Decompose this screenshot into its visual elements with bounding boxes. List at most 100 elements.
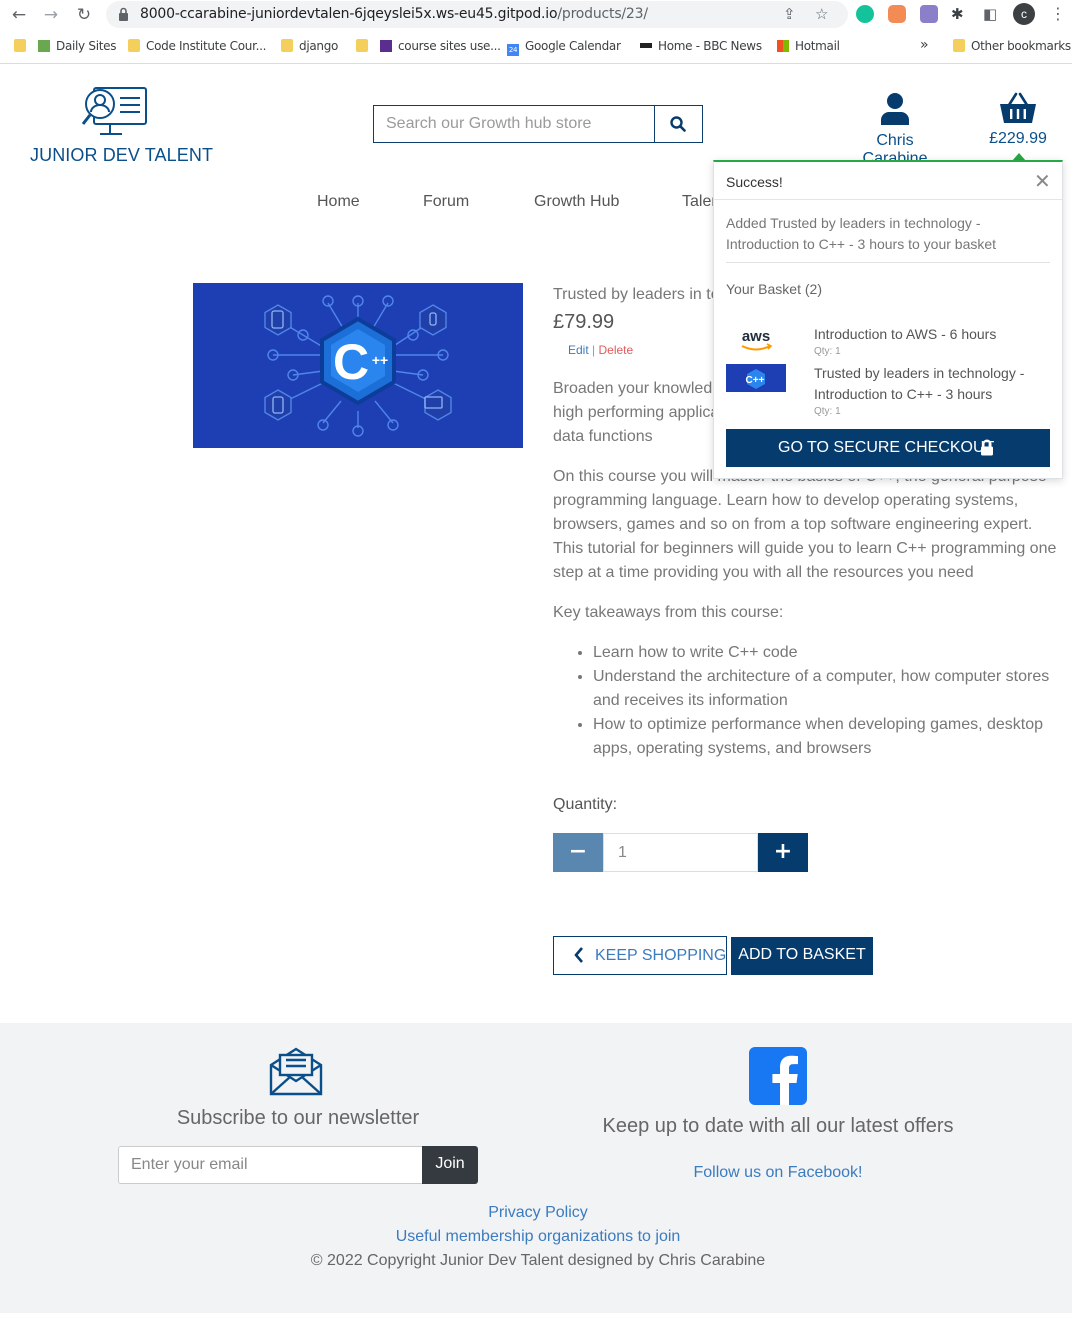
bookmark-course-sites[interactable]: course sites use... [380,39,501,53]
list-item: Learn how to write C++ code [593,641,1065,665]
edit-link[interactable]: Edit [568,343,589,357]
nav-home[interactable]: Home [317,193,360,211]
search-form [373,105,703,143]
copyright-text: © 2022 Copyright Junior Dev Talent desig… [310,1252,766,1269]
cpp-thumbnail: C++ [726,364,786,392]
description-body: On this course you will master the basic… [553,468,1057,581]
email-field[interactable] [118,1146,423,1184]
close-icon[interactable]: ✕ [1034,169,1051,193]
url-text: 8000-ccarabine-juniordevtalen-6jqeyslei5… [140,6,648,22]
account-menu[interactable]: Chris Carabine [843,92,947,168]
extension-icon-2[interactable] [920,5,938,23]
quantity-input[interactable] [603,833,758,872]
basket-total: £229.99 [989,130,1047,147]
menu-dots-icon[interactable]: ⋮ [1050,4,1066,23]
bookmarks-overflow-icon[interactable]: » [920,37,929,53]
success-toast: Success! ✕ Added Trusted by leaders in t… [713,160,1063,479]
back-arrow-icon[interactable]: ← [8,4,30,26]
bookmark-star-icon[interactable]: ☆ [815,5,828,23]
toast-title: Success! [726,174,783,190]
folder-icon [128,39,140,52]
logo-text[interactable]: JUNIOR DEV TALENT [30,145,213,166]
search-icon [670,116,686,132]
microsoft-icon [777,40,789,52]
side-panel-icon[interactable]: ◧ [983,5,997,23]
bookmark-daily-sites[interactable]: Daily Sites [38,39,116,53]
plus-icon: + [773,839,793,864]
toast-header: Success! ✕ [714,162,1062,200]
bookmark-folder-2[interactable] [356,39,374,53]
list-item: How to optimize performance when develop… [593,713,1065,761]
join-button[interactable]: Join [422,1146,478,1184]
takeaways-list: Learn how to write C++ code Understand t… [553,641,1065,761]
aws-thumbnail: aws [726,326,786,354]
basket-item-qty: Qty: 1 [814,406,841,417]
svg-text:++: ++ [372,352,388,368]
folder-icon [953,39,965,52]
search-button[interactable] [654,106,702,142]
calendar-icon: 24 [507,44,519,56]
bbc-icon [640,43,652,48]
forward-arrow-icon[interactable]: → [40,4,62,26]
delete-link[interactable]: Delete [599,343,634,357]
nav-growth-hub[interactable]: Growth Hub [534,193,619,211]
favicon-icon [380,40,392,52]
chevron-left-icon [574,947,583,963]
profile-avatar[interactable]: c [1013,3,1035,25]
search-input[interactable] [374,106,654,142]
envelope-icon [269,1047,323,1096]
browser-toolbar: ← → ↻ 8000-ccarabine-juniordevtalen-6jqe… [0,0,1072,30]
toast-message: Added Trusted by leaders in technology -… [726,213,1050,263]
extension-icon[interactable] [888,5,906,23]
cpp-thumb-text: C++ [746,375,765,386]
bookmark-folder[interactable] [14,39,32,53]
basket-item-name: Introduction to AWS - 6 hours [814,326,997,342]
bookmarks-bar: Daily Sites Code Institute Cour... djang… [0,30,1072,64]
nav-forum[interactable]: Forum [423,193,469,211]
user-icon [881,93,909,125]
decrement-button[interactable]: − [553,833,603,872]
secure-checkout-button[interactable]: GO TO SECURE CHECKOUT [726,429,1050,467]
bookmark-bbc-news[interactable]: Home - BBC News [640,39,762,53]
folder-icon [281,39,293,52]
keep-shopping-button[interactable]: KEEP SHOPPING [553,936,727,975]
grammarly-extension-icon[interactable] [856,5,874,23]
bookmark-django[interactable]: django [281,39,338,53]
social-title: Keep up to date with all our latest offe… [602,1115,954,1137]
svg-text:C: C [333,334,369,390]
basket-count: Your Basket (2) [726,281,822,297]
cpp-product-graphic: C ++ [264,295,452,437]
folder-icon [356,39,368,52]
bookmark-code-institute[interactable]: Code Institute Cour... [128,39,266,53]
aws-logo-text: aws [742,328,770,345]
takeaways-title: Key takeaways from this course: [553,604,784,621]
basket-item-name: Trusted by leaders in technology - Intro… [814,365,1025,402]
newsletter-title: Subscribe to our newsletter [176,1107,420,1129]
share-icon[interactable]: ⇪ [783,5,796,23]
add-to-basket-button[interactable]: ADD TO BASKET [731,937,873,975]
minus-icon: − [568,839,588,864]
bookmark-google-calendar[interactable]: 24 Google Calendar [507,39,621,56]
link-separator: | [592,343,596,357]
quantity-stepper: − + [553,833,808,872]
puzzle-extensions-icon[interactable]: ✱ [951,5,964,23]
address-bar[interactable]: 8000-ccarabine-juniordevtalen-6jqeyslei5… [106,1,848,28]
product-price: £79.99 [553,311,615,333]
bookmark-other[interactable]: Other bookmarks [953,39,1071,53]
facebook-link[interactable]: Follow us on Facebook! [560,1164,996,1182]
admin-links: Edit | Delete [568,343,633,357]
product-image: C ++ [193,283,523,448]
folder-icon [14,39,26,52]
basket-link[interactable]: £229.99 [988,92,1048,148]
increment-button[interactable]: + [758,833,808,872]
membership-link[interactable]: Useful membership organizations to join [0,1228,1072,1246]
quantity-label: Quantity: [553,796,618,813]
list-item: Understand the architecture of a compute… [593,665,1065,713]
favicon-icon [38,40,50,52]
footer: Subscribe to our newsletter Join Keep up… [0,1023,1072,1313]
reload-icon[interactable]: ↻ [73,4,95,26]
bookmark-hotmail[interactable]: Hotmail [777,39,840,53]
privacy-policy-link[interactable]: Privacy Policy [0,1204,1072,1222]
logo-icon[interactable] [80,84,148,142]
facebook-icon[interactable] [749,1047,807,1105]
